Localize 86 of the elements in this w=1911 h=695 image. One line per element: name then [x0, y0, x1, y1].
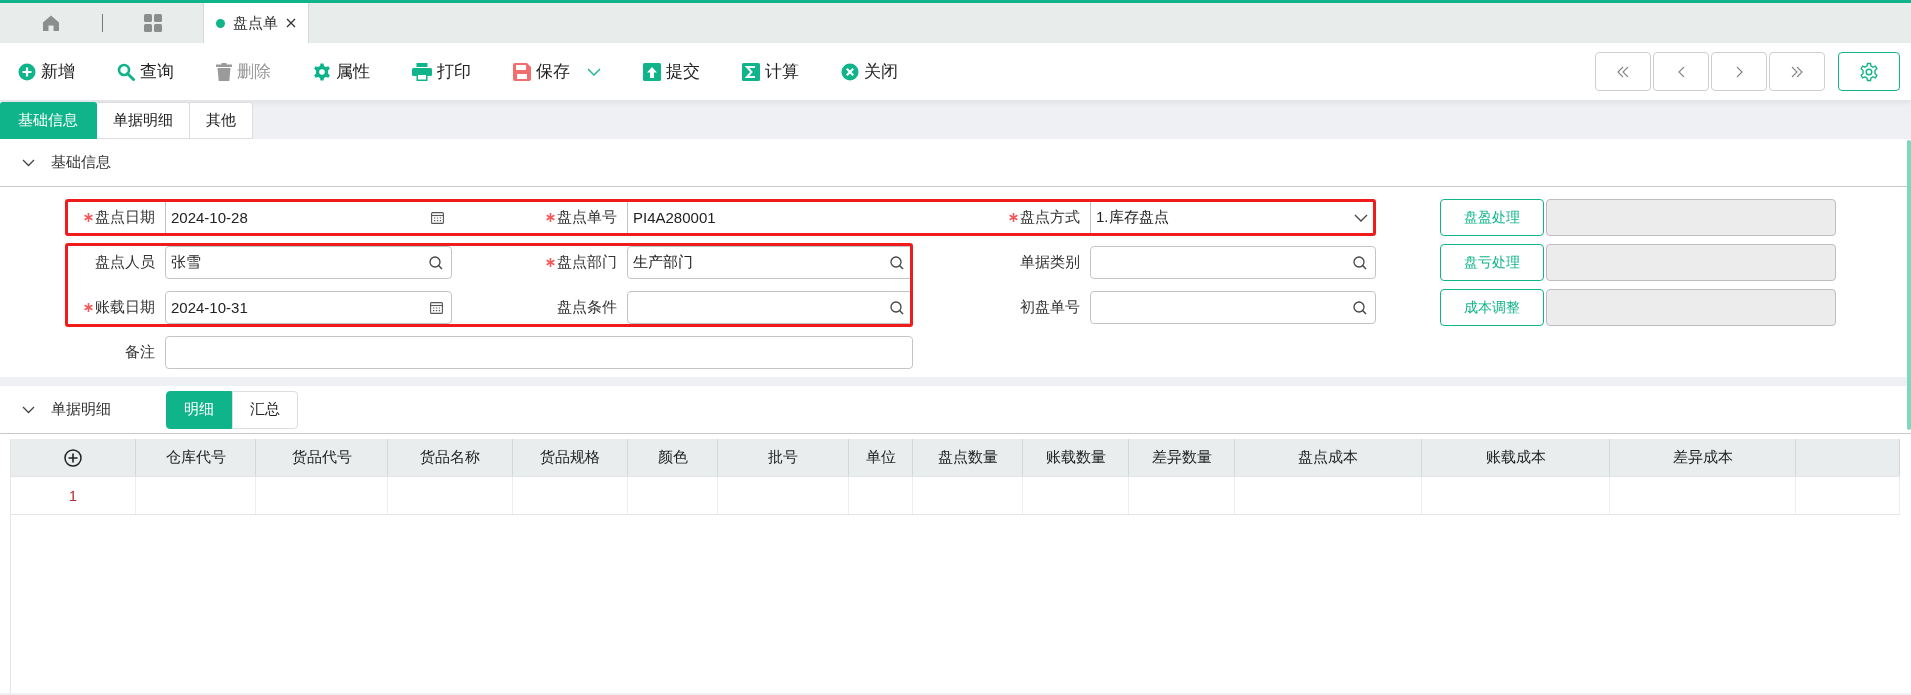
chevron-down-icon[interactable] — [22, 405, 35, 414]
date-field[interactable]: 2024-10-31 — [165, 291, 452, 324]
sigma-icon — [742, 62, 760, 81]
scrollbar[interactable] — [1907, 140, 1911, 430]
column-header: 货品规格 — [540, 448, 600, 467]
field-label: 盘点人员 — [95, 253, 155, 272]
calculate-button[interactable]: 计算 — [742, 60, 799, 83]
column-header: 账载成本 — [1485, 448, 1546, 467]
gear-icon — [313, 62, 331, 81]
column-header: 批号 — [768, 448, 798, 467]
chevron-down-icon — [1354, 213, 1368, 222]
window-tab[interactable]: 盘点单 — [203, 3, 309, 43]
calendar-icon — [430, 301, 443, 314]
settings-icon — [1859, 61, 1879, 82]
add-row-icon[interactable] — [64, 448, 82, 467]
section-title: 基础信息 — [51, 153, 111, 172]
search-icon — [1353, 255, 1367, 270]
field-label: 盘点条件 — [557, 298, 617, 317]
row-number: 1 — [68, 487, 78, 504]
page-tab[interactable]: 其他 — [190, 102, 253, 139]
column-header: 货品名称 — [420, 448, 480, 467]
search-icon — [429, 255, 443, 270]
submit-button[interactable]: 提交 — [643, 60, 700, 83]
search-icon — [117, 62, 135, 81]
field-label: 盘点单号 — [557, 208, 617, 227]
required-asterisk-icon — [546, 258, 555, 267]
column-header: 盘点数量 — [937, 448, 998, 467]
previous-record-button[interactable] — [1653, 52, 1709, 91]
chevron-right-icon — [1735, 65, 1743, 78]
section-title: 单据明细 — [51, 400, 111, 419]
column-header: 差异成本 — [1672, 448, 1733, 467]
tab-label: 盘点单 — [233, 13, 278, 33]
status-dot — [216, 18, 225, 28]
properties-button[interactable]: 属性 — [313, 60, 370, 83]
required-asterisk-icon — [84, 303, 93, 312]
calendar-icon — [431, 211, 444, 224]
column-header: 盘点成本 — [1298, 448, 1358, 467]
column-header: 货品代号 — [291, 448, 352, 467]
input-field[interactable] — [165, 336, 913, 369]
required-asterisk-icon — [84, 213, 93, 222]
field-label: 盘点方式 — [1020, 208, 1080, 227]
search-icon — [890, 300, 904, 315]
input-field[interactable] — [1090, 291, 1376, 324]
dropdown-field[interactable]: 1.库存盘点 — [1090, 201, 1376, 234]
add-button[interactable]: 新增 — [18, 60, 75, 83]
chevron-down-icon — [587, 67, 601, 76]
field-label: 盘点日期 — [95, 208, 155, 227]
column-header: 单位 — [865, 448, 896, 467]
home-icon — [42, 14, 60, 32]
column-header: 仓库代号 — [165, 448, 226, 467]
last-record-button[interactable] — [1769, 52, 1825, 91]
search-icon — [1353, 300, 1367, 315]
close-button[interactable]: 关闭 — [841, 60, 898, 83]
first-record-button[interactable] — [1595, 52, 1651, 91]
plus-circle-icon — [18, 62, 36, 81]
input-field[interactable]: PI4A280001 — [627, 201, 913, 234]
next-record-button[interactable] — [1711, 52, 1767, 91]
input-field[interactable]: 张雪 — [165, 246, 452, 279]
search-icon — [890, 255, 904, 270]
field-label: 盘点部门 — [557, 253, 617, 272]
input-field[interactable] — [1090, 246, 1376, 279]
field-label: 备注 — [125, 343, 155, 362]
column-header: 账载数量 — [1045, 448, 1106, 467]
chevron-down-icon[interactable] — [22, 158, 35, 167]
query-button[interactable]: 查询 — [117, 60, 174, 83]
save-button[interactable]: 保存 — [513, 60, 601, 83]
field-label: 初盘单号 — [1020, 298, 1080, 317]
page-tab[interactable]: 单据明细 — [97, 102, 190, 139]
printer-icon — [412, 62, 432, 81]
trash-icon — [216, 62, 232, 81]
double-chevron-right-icon — [1791, 65, 1803, 78]
column-header: 颜色 — [657, 448, 688, 467]
close-circle-icon — [841, 62, 859, 81]
required-asterisk-icon — [1009, 213, 1018, 222]
field-label: 账载日期 — [95, 298, 155, 317]
grid-icon — [143, 13, 163, 33]
required-asterisk-icon — [546, 213, 555, 222]
chevron-left-icon — [1677, 65, 1685, 78]
close-icon[interactable] — [286, 18, 296, 28]
field-label: 单据类别 — [1020, 253, 1080, 272]
column-header: 差异数量 — [1151, 448, 1212, 467]
settings-button[interactable] — [1838, 52, 1900, 91]
double-chevron-left-icon — [1617, 65, 1629, 78]
view-toggle[interactable]: 汇总 — [232, 390, 298, 429]
print-button[interactable]: 打印 — [412, 60, 471, 83]
date-field[interactable]: 2024-10-28 — [165, 201, 452, 234]
